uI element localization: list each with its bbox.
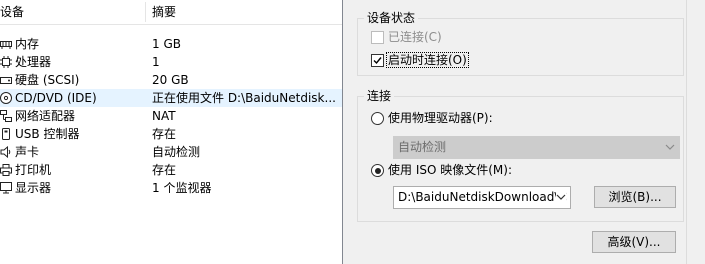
- device-row-memory[interactable]: 内存 1 GB: [0, 35, 342, 53]
- physical-drive-radio[interactable]: [371, 112, 384, 125]
- device-summary: 存在: [152, 127, 177, 141]
- summary-column-header[interactable]: 摘要: [152, 0, 176, 24]
- display-icon: [0, 182, 12, 194]
- device-name: 网络适配器: [15, 109, 76, 123]
- connection-title: 连接: [364, 89, 395, 104]
- device-name: USB 控制器: [15, 127, 80, 141]
- right-margin: [687, 0, 705, 264]
- device-name: 处理器: [15, 55, 52, 69]
- physical-drive-dropdown[interactable]: 自动检测: [393, 136, 680, 159]
- device-summary: 20 GB: [152, 73, 189, 87]
- connect-at-power-on-checkbox[interactable]: [371, 54, 384, 67]
- iso-image-label: 使用 ISO 映像文件(M):: [388, 163, 512, 177]
- connected-checkbox[interactable]: [371, 31, 384, 44]
- device-row-processor[interactable]: 处理器 1: [0, 53, 342, 71]
- device-column-header[interactable]: 设备: [0, 0, 24, 24]
- focus-outline: 启动时连接(O): [386, 52, 469, 68]
- device-row-printer[interactable]: 打印机 存在: [0, 161, 342, 179]
- browse-button[interactable]: 浏览(B)...: [594, 186, 676, 208]
- processor-icon: [0, 56, 12, 68]
- device-summary: 存在: [152, 163, 177, 177]
- column-separator[interactable]: [145, 2, 146, 22]
- device-list-header: 设备 摘要: [0, 0, 342, 25]
- chevron-down-icon: [556, 187, 566, 208]
- device-summary: 1 GB: [152, 37, 181, 51]
- device-row-display[interactable]: 显示器 1 个监视器: [0, 179, 342, 197]
- device-summary: 1 个监视器: [152, 181, 212, 195]
- device-settings-panel: 设备状态 已连接(C) 启动时连接(O) 连接 使用物理驱动器(P): 自动检测…: [343, 0, 705, 264]
- device-rows: 内存 1 GB 处理器 1 硬盘 (SCSI) 20 GB CD/DVD (ID…: [0, 35, 342, 197]
- device-summary: 自动检测: [152, 145, 201, 159]
- device-name: 打印机: [15, 163, 52, 177]
- physical-drive-value: 自动检测: [398, 140, 447, 154]
- connect-at-power-on-label: 启动时连接(O): [386, 52, 469, 68]
- device-list-panel: 设备 摘要 内存 1 GB 处理器 1 硬盘 (SCSI) 20 GB CD/D…: [0, 0, 343, 264]
- usb-icon: [2, 128, 10, 140]
- device-summary: NAT: [152, 109, 176, 123]
- device-name: 声卡: [15, 145, 40, 159]
- memory-icon: [0, 41, 12, 49]
- device-name: 硬盘 (SCSI): [15, 73, 80, 87]
- chevron-down-icon: [665, 144, 675, 150]
- device-name: CD/DVD (IDE): [15, 91, 97, 105]
- device-row-cd-dvd[interactable]: CD/DVD (IDE) 正在使用文件 D:\BaiduNetdisk...: [0, 89, 342, 107]
- sound-card-icon: [0, 146, 11, 158]
- checkmark-icon: [373, 57, 382, 65]
- physical-drive-label: 使用物理驱动器(P):: [388, 111, 493, 125]
- device-name: 内存: [15, 37, 40, 51]
- device-row-hard-disk[interactable]: 硬盘 (SCSI) 20 GB: [0, 71, 342, 89]
- hard-disk-icon: [0, 77, 12, 84]
- device-summary: 正在使用文件 D:\BaiduNetdisk...: [152, 91, 336, 105]
- device-status-title: 设备状态: [364, 11, 419, 26]
- printer-icon: [0, 164, 12, 176]
- device-row-sound-card[interactable]: 声卡 自动检测: [0, 143, 342, 161]
- device-name: 显示器: [15, 181, 52, 195]
- device-summary: 1: [152, 55, 160, 69]
- cd-dvd-icon: [0, 92, 12, 104]
- iso-path-value: D:\BaiduNetdiskDownload\C: [398, 190, 567, 204]
- device-status-group: 设备状态 已连接(C) 启动时连接(O): [357, 11, 684, 76]
- network-adapter-icon: [0, 110, 12, 122]
- device-row-usb-controller[interactable]: USB 控制器 存在: [0, 125, 342, 143]
- advanced-button[interactable]: 高级(V)...: [592, 231, 676, 253]
- iso-path-combobox[interactable]: D:\BaiduNetdiskDownload\C: [393, 186, 571, 209]
- connected-label: 已连接(C): [388, 30, 442, 44]
- iso-image-radio[interactable]: [371, 164, 384, 177]
- connection-group: 连接 使用物理驱动器(P): 自动检测 使用 ISO 映像文件(M): D:\B…: [357, 89, 684, 222]
- device-row-network-adapter[interactable]: 网络适配器 NAT: [0, 107, 342, 125]
